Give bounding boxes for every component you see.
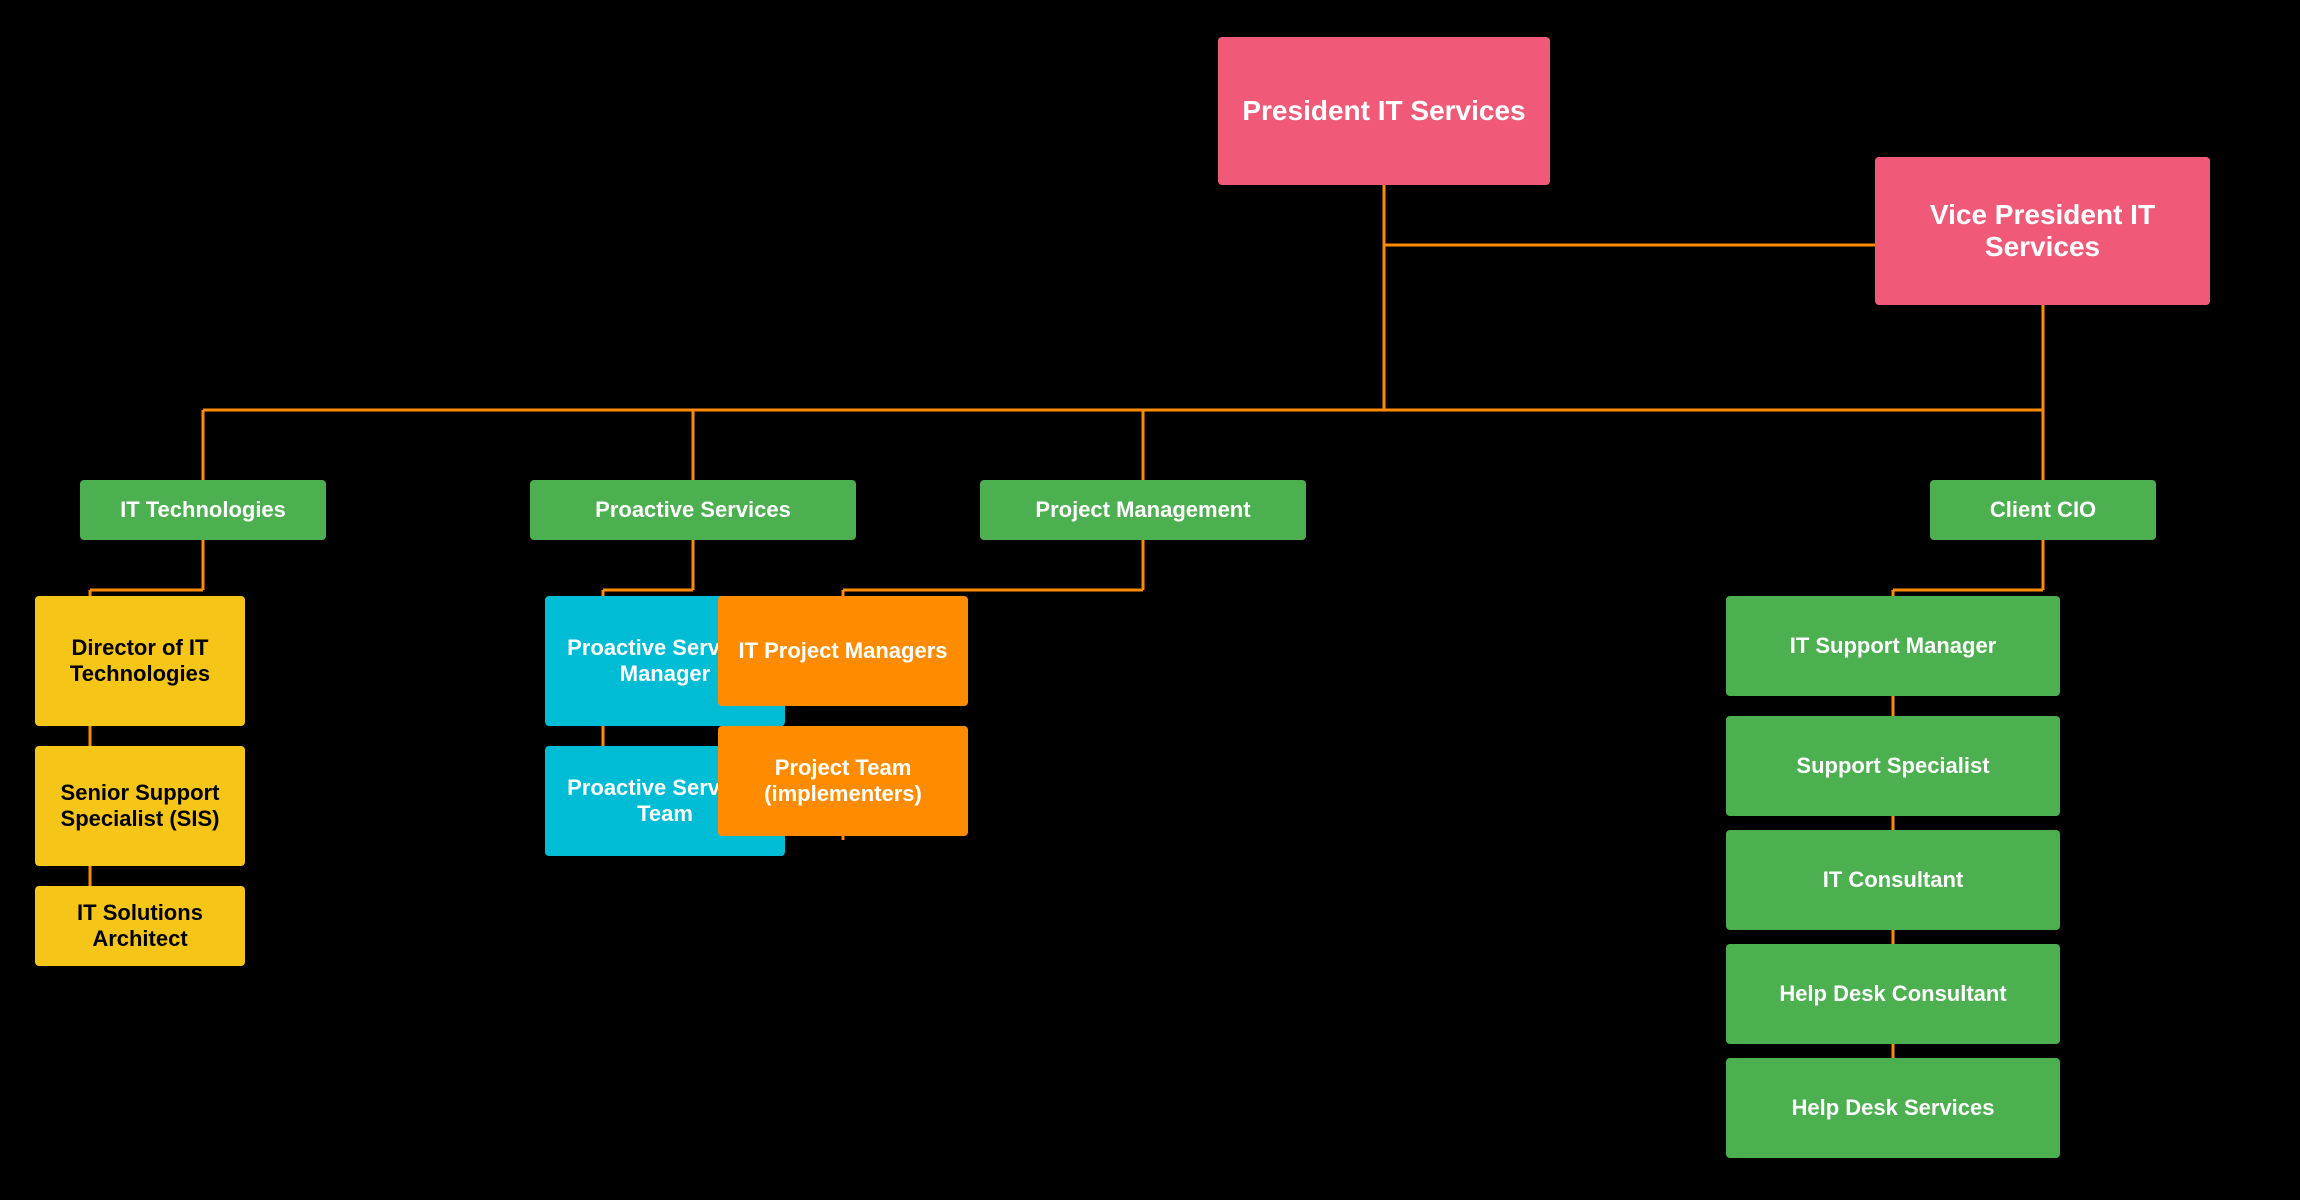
node-project-team: Project Team (implementers) — [718, 726, 968, 836]
node-vp: Vice President IT Services — [1875, 157, 2210, 305]
node-it-project-managers: IT Project Managers — [718, 596, 968, 706]
node-it-support-manager: IT Support Manager — [1726, 596, 2060, 696]
node-president: President IT Services — [1218, 37, 1550, 185]
node-it-solutions: IT Solutions Architect — [35, 886, 245, 966]
node-proactive-services: Proactive Services — [530, 480, 856, 540]
node-help-desk-consultant: Help Desk Consultant — [1726, 944, 2060, 1044]
node-project-management: Project Management — [980, 480, 1306, 540]
node-help-desk-services: Help Desk Services — [1726, 1058, 2060, 1158]
node-support-specialist: Support Specialist — [1726, 716, 2060, 816]
node-dir-it-tech: Director of IT Technologies — [35, 596, 245, 726]
node-senior-support: Senior Support Specialist (SIS) — [35, 746, 245, 866]
node-client-cio: Client CIO — [1930, 480, 2156, 540]
node-it-technologies: IT Technologies — [80, 480, 326, 540]
node-it-consultant: IT Consultant — [1726, 830, 2060, 930]
org-chart: President IT Services Vice President IT … — [0, 0, 2300, 1200]
